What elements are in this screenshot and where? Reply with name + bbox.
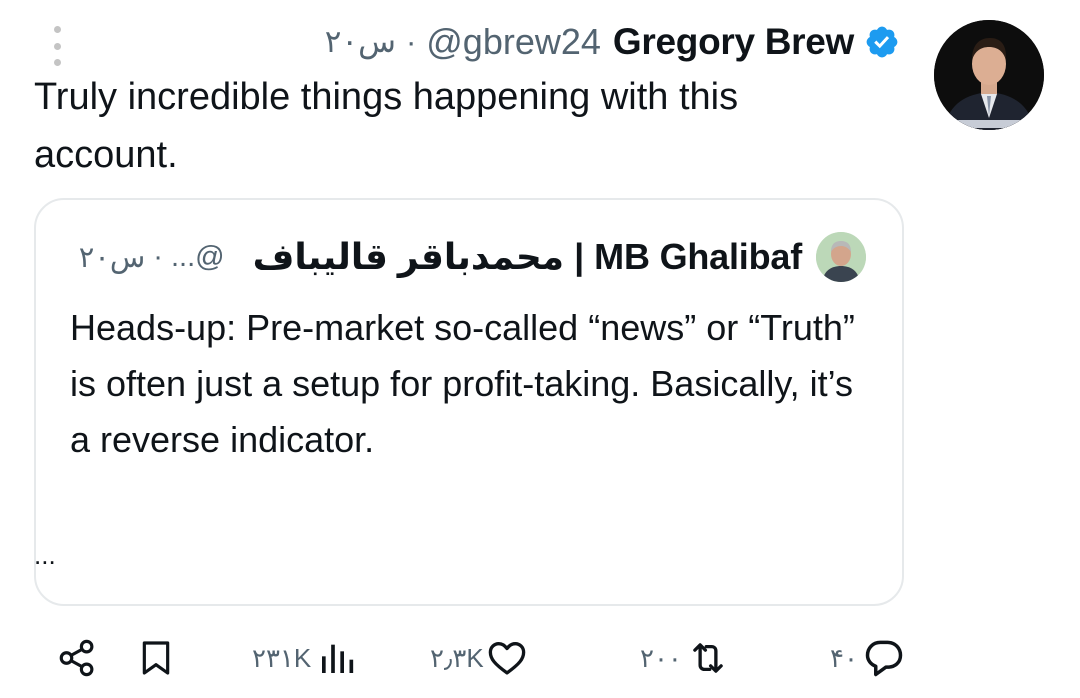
quote-handle: ...@: [170, 240, 225, 273]
share-button[interactable]: [56, 628, 98, 688]
tweet-header: ۲۰س · @gbrew24 Gregory Brew: [325, 16, 900, 68]
more-options-icon[interactable]: [50, 26, 64, 66]
bookmark-button[interactable]: [136, 628, 176, 688]
bookmark-icon: [142, 641, 170, 675]
verified-badge-icon: [866, 26, 898, 58]
repost-icon: [693, 643, 723, 673]
quote-time: ۲۰س: [78, 241, 146, 274]
quote-show-more[interactable]: ...: [34, 540, 56, 571]
likes-count: ۲٫۳K: [430, 642, 484, 673]
header-separator: ·: [405, 24, 417, 59]
author-avatar[interactable]: [934, 20, 1044, 130]
tweet-text: Truly incredible things happening with t…: [34, 76, 739, 176]
reposts-count: ۲۰۰: [640, 642, 682, 673]
author-handle[interactable]: @gbrew24: [426, 21, 601, 63]
quoted-tweet-card[interactable]: ۲۰س · ...@ محمدباقر قالیباف | MB Ghaliba…: [34, 198, 904, 606]
replies-count: ۴۰: [830, 642, 858, 673]
share-icon: [59, 639, 94, 677]
quote-header: ۲۰س · ...@ محمدباقر قالیباف | MB Ghaliba…: [79, 230, 866, 284]
views-button[interactable]: ۲۳۱K: [252, 628, 357, 688]
quote-author-avatar: [816, 232, 866, 282]
quote-separator: ·: [153, 240, 163, 273]
reply-button[interactable]: ۴۰: [830, 628, 906, 688]
heart-icon: [488, 641, 526, 675]
views-count: ۲۳۱K: [252, 642, 312, 673]
quote-author-name: محمدباقر قالیباف | MB Ghalibaf: [252, 236, 803, 277]
author-name[interactable]: Gregory Brew: [613, 21, 854, 63]
reply-icon: [865, 640, 903, 677]
repost-button[interactable]: ۲۰۰: [640, 628, 730, 688]
views-icon: [322, 644, 354, 673]
like-button[interactable]: ۲٫۳K: [430, 628, 528, 688]
action-bar: ۲۳۱K ۲٫۳K ۲۰۰ ۴۰: [0, 628, 1080, 688]
tweet-time[interactable]: ۲۰س: [325, 24, 396, 60]
quote-text: Heads-up: Pre-market so-called “news” or…: [70, 307, 855, 460]
